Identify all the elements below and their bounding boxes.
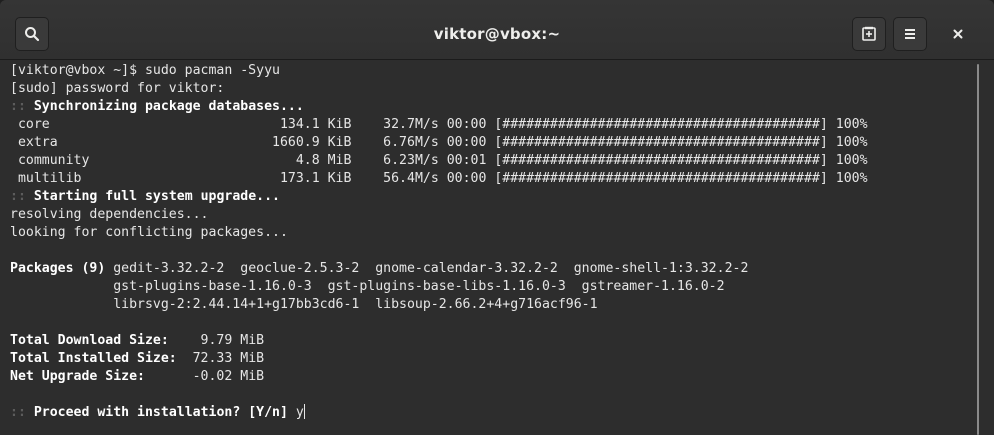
upgrade-prefix: :: bbox=[10, 189, 26, 204]
user-input[interactable]: y bbox=[296, 405, 304, 420]
terminal-text: [viktor@vbox ~]$ sudo pacman -Syyu [sudo]… bbox=[10, 62, 868, 422]
repo-name: extra bbox=[10, 135, 257, 150]
repo-percent: 100% bbox=[827, 153, 868, 168]
total-label: Net Upgrade Size: bbox=[10, 369, 185, 384]
repo-speed: 32.7M/s bbox=[351, 117, 439, 132]
packages-value: gedit-3.32.2-2 geoclue-2.5.3-2 gnome-cal… bbox=[105, 261, 749, 276]
packages-row: Packages (9) gedit-3.32.2-2 geoclue-2.5.… bbox=[10, 260, 868, 278]
repo-name: core bbox=[10, 117, 257, 132]
sync-header-line: :: Synchronizing package databases... bbox=[10, 98, 868, 116]
repo-bar: [#######################################… bbox=[486, 117, 828, 132]
repo-speed: 6.23M/s bbox=[351, 153, 439, 168]
repo-size: 134.1 KiB bbox=[256, 117, 352, 132]
total-value: -0.02 MiB bbox=[184, 369, 265, 384]
upgrade-text: Starting full system upgrade... bbox=[33, 189, 280, 204]
conflicts-line: looking for conflicting packages... bbox=[10, 225, 288, 240]
repo-row: community 4.8 MiB 6.23M/s 00:01 [#######… bbox=[10, 152, 868, 170]
packages-row: librsvg-2:2.44.14+1+g17bb3cd6-1 libsoup-… bbox=[10, 296, 868, 314]
header-bar: viktor@vbox:~ bbox=[0, 0, 994, 60]
repo-name: community bbox=[10, 153, 257, 168]
total-row: Total Installed Size: 72.33 MiB bbox=[10, 350, 868, 368]
repo-size: 1660.9 KiB bbox=[256, 135, 352, 150]
repo-row: extra 1660.9 KiB 6.76M/s 00:00 [########… bbox=[10, 134, 868, 152]
proceed-text: Proceed with installation? [Y/n] bbox=[33, 405, 288, 420]
upgrade-header-line: :: Starting full system upgrade... bbox=[10, 188, 868, 206]
repo-percent: 100% bbox=[827, 117, 868, 132]
packages-value: librsvg-2:2.44.14+1+g17bb3cd6-1 libsoup-… bbox=[10, 297, 598, 312]
packages-list: Packages (9) gedit-3.32.2-2 geoclue-2.5.… bbox=[10, 260, 868, 314]
repo-size: 4.8 MiB bbox=[256, 153, 352, 168]
new-tab-button[interactable] bbox=[852, 17, 886, 51]
repo-bar: [#######################################… bbox=[486, 135, 828, 150]
repo-percent: 100% bbox=[827, 171, 868, 186]
total-value: 72.33 MiB bbox=[184, 351, 265, 366]
menu-button[interactable] bbox=[893, 17, 927, 51]
repo-row: multilib 173.1 KiB 56.4M/s 00:00 [######… bbox=[10, 170, 868, 188]
repo-list: core 134.1 KiB 32.7M/s 00:00 [##########… bbox=[10, 116, 868, 188]
proceed-line: :: Proceed with installation? [Y/n] y bbox=[10, 404, 868, 422]
repo-time: 00:00 bbox=[438, 171, 487, 186]
command-line: [viktor@vbox ~]$ sudo pacman -Syyu bbox=[10, 63, 280, 78]
packages-row: gst-plugins-base-1.16.0-3 gst-plugins-ba… bbox=[10, 278, 868, 296]
close-icon bbox=[953, 29, 963, 39]
proceed-prefix: :: bbox=[10, 405, 26, 420]
terminal-window: viktor@vbox:~ [viktor@vbox ~]$ sudo pacm… bbox=[0, 0, 994, 435]
total-row: Total Download Size: 9.79 MiB bbox=[10, 332, 868, 350]
repo-time: 00:01 bbox=[438, 153, 487, 168]
repo-name: multilib bbox=[10, 171, 257, 186]
text-cursor bbox=[303, 404, 305, 419]
total-label: Total Download Size: bbox=[10, 333, 185, 348]
new-tab-icon bbox=[862, 26, 876, 41]
repo-speed: 56.4M/s bbox=[351, 171, 439, 186]
repo-time: 00:00 bbox=[438, 135, 487, 150]
repo-row: core 134.1 KiB 32.7M/s 00:00 [##########… bbox=[10, 116, 868, 134]
sync-prefix: :: bbox=[10, 99, 26, 114]
totals-list: Total Download Size: 9.79 MiB Total Insta… bbox=[10, 332, 868, 386]
total-value: 9.79 MiB bbox=[184, 333, 265, 348]
total-label: Total Installed Size: bbox=[10, 351, 185, 366]
repo-bar: [#######################################… bbox=[486, 171, 828, 186]
scrollbar[interactable] bbox=[977, 64, 979, 435]
repo-size: 173.1 KiB bbox=[256, 171, 352, 186]
repo-time: 00:00 bbox=[438, 117, 487, 132]
repo-bar: [#######################################… bbox=[486, 153, 828, 168]
packages-label: Packages (9) bbox=[10, 261, 106, 276]
sudo-prompt-line: [sudo] password for viktor: bbox=[10, 81, 225, 96]
window-title: viktor@vbox:~ bbox=[433, 25, 561, 43]
packages-value: gst-plugins-base-1.16.0-3 gst-plugins-ba… bbox=[10, 279, 725, 294]
repo-percent: 100% bbox=[827, 135, 868, 150]
hamburger-menu-icon bbox=[905, 29, 915, 39]
resolving-line: resolving dependencies... bbox=[10, 207, 209, 222]
close-button[interactable] bbox=[941, 17, 975, 51]
total-row: Net Upgrade Size: -0.02 MiB bbox=[10, 368, 868, 386]
sync-text: Synchronizing package databases... bbox=[33, 99, 304, 114]
repo-speed: 6.76M/s bbox=[351, 135, 439, 150]
terminal-output-area[interactable]: [viktor@vbox ~]$ sudo pacman -Syyu [sudo]… bbox=[0, 60, 994, 435]
